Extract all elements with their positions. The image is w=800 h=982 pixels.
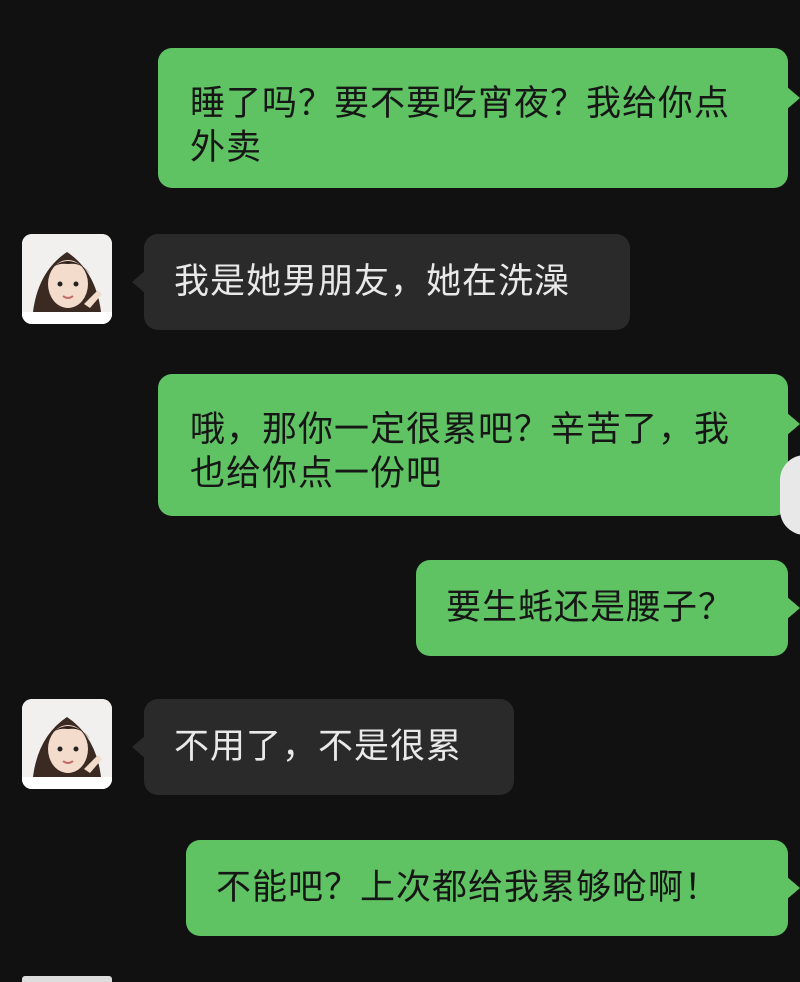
message-bubble-outgoing[interactable]: 不能吧？上次都给我累够呛啊！ — [186, 840, 800, 936]
message-text: 我是她男朋友，她在洗澡 — [174, 262, 571, 302]
bubble-tail — [132, 735, 146, 759]
message-bubble-outgoing[interactable]: 要生蚝还是腰子？ — [416, 560, 800, 656]
floating-button-edge[interactable] — [780, 455, 800, 535]
message-bubble-incoming[interactable]: 不用了，不是很累 — [132, 699, 514, 795]
bubble-tail — [786, 596, 800, 620]
message-text: 要生蚝还是腰子？ — [446, 588, 735, 628]
bubble-tail — [786, 86, 800, 110]
bubble-tail — [786, 412, 800, 436]
girl-avatar-icon — [22, 699, 112, 789]
girl-avatar-icon — [22, 234, 112, 324]
bubble-tail — [132, 270, 146, 294]
message-text: 不能吧？上次都给我累够呛啊！ — [216, 868, 721, 908]
message-bubble-outgoing[interactable]: 哦，那你一定很累吧？辛苦了，我 也给你点一份吧 — [158, 374, 800, 516]
message-text: 睡了吗？要不要吃宵夜？我给你点 外卖 — [190, 84, 731, 168]
chat-window[interactable]: 睡了吗？要不要吃宵夜？我给你点 外卖 我是她男朋友，她在洗澡 哦，那你一定很累吧… — [0, 0, 800, 982]
message-text: 不用了，不是很累 — [174, 727, 463, 767]
message-bubble-incoming[interactable]: 我是她男朋友，她在洗澡 — [132, 234, 630, 330]
contact-avatar[interactable] — [22, 699, 112, 789]
contact-avatar-partial — [22, 976, 112, 982]
contact-avatar[interactable] — [22, 234, 112, 324]
message-bubble-outgoing[interactable]: 睡了吗？要不要吃宵夜？我给你点 外卖 — [158, 48, 800, 188]
bubble-tail — [786, 876, 800, 900]
message-text: 哦，那你一定很累吧？辛苦了，我 也给你点一份吧 — [190, 410, 731, 494]
